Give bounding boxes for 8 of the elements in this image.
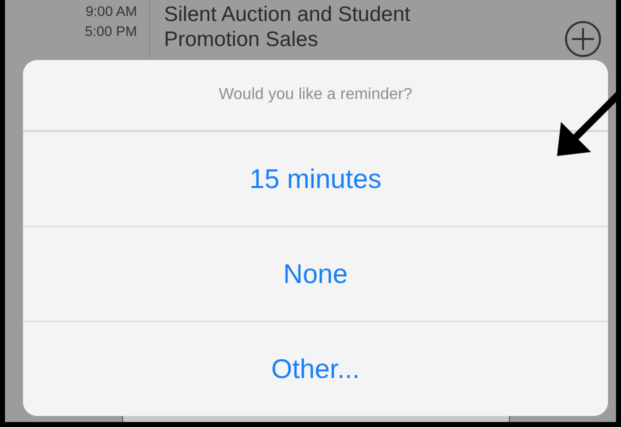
event-title: Silent Auction and Student Promotion Sales	[164, 2, 412, 52]
add-icon[interactable]	[564, 20, 602, 58]
option-button[interactable]: None	[283, 258, 348, 290]
start-time: 9:00 AM	[86, 3, 137, 19]
sheet-title: Would you like a reminder?	[218, 86, 412, 104]
option-button[interactable]: Other...	[271, 354, 360, 384]
option-button[interactable]: 15 minutes	[249, 164, 382, 194]
end-time: 5:00 PM	[84, 23, 137, 39]
